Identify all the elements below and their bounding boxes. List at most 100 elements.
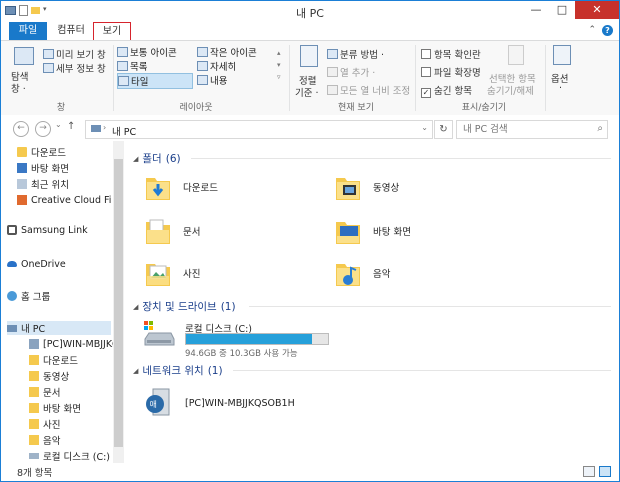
collapse-ribbon-icon[interactable]: ⌃: [588, 25, 596, 36]
nav-item-network-pc[interactable]: [PC]WIN-MBJJKQ: [29, 337, 120, 351]
group-by-icon: [327, 49, 338, 59]
tab-view[interactable]: 보기: [93, 22, 131, 40]
back-button[interactable]: ←: [13, 121, 29, 137]
download-folder-icon: [146, 178, 170, 200]
minimize-button[interactable]: —: [523, 1, 549, 19]
nav-item-music[interactable]: 음악: [29, 433, 60, 447]
onedrive-icon: [7, 261, 17, 267]
status-bar: 8개 항목: [1, 463, 619, 481]
nav-item-downloads[interactable]: 다운로드: [17, 145, 66, 159]
layout-list[interactable]: 목록: [117, 59, 147, 73]
address-bar: ← → ⌄ ↑ › 내 PC ⌄ ↻ ⌕: [1, 115, 619, 141]
sort-icon: [300, 45, 318, 67]
drive-tile[interactable]: 로컬 디스크 (C:) 94.6GB 중 10.3GB 사용 가능: [143, 319, 335, 359]
forward-button[interactable]: →: [35, 121, 51, 137]
section-divider: [191, 158, 611, 159]
nav-pane-icon: [14, 47, 34, 65]
fit-columns-icon: [327, 85, 338, 95]
nav-pane-button[interactable]: 탐색 창 ·: [11, 45, 37, 95]
nav-item-local-disk[interactable]: 로컬 디스크 (C:): [29, 449, 110, 463]
section-network-header[interactable]: ◢ 네트워크 위치 (1): [133, 363, 223, 378]
hide-selected-icon: [508, 45, 524, 65]
maximize-button[interactable]: □: [549, 1, 575, 19]
add-columns-button[interactable]: 열 추가 ·: [327, 65, 375, 79]
section-folders-header[interactable]: ◢ 폴더 (6): [133, 151, 181, 166]
layout-scroll-arrows[interactable]: ▴ ▾ ▿: [277, 47, 281, 83]
details-view-icon[interactable]: [583, 466, 595, 477]
nav-item-onedrive[interactable]: OneDrive: [7, 257, 66, 271]
nav-item-recent-places[interactable]: 최근 위치: [17, 177, 69, 191]
documents-folder-icon: [29, 387, 39, 397]
file-extensions-toggle[interactable]: 파일 확장명: [421, 65, 481, 79]
sort-by-button[interactable]: 정렬 기준 ·: [295, 45, 323, 99]
search-input[interactable]: [461, 123, 585, 136]
ribbon-divider: [289, 45, 290, 111]
checkbox-unchecked: [421, 49, 431, 59]
nav-item-desktop-sub[interactable]: 바탕 화면: [29, 401, 81, 415]
list-icon: [117, 61, 128, 71]
close-button[interactable]: ✕: [575, 1, 619, 19]
options-button[interactable]: 옵션 ·: [551, 45, 573, 95]
folder-tile[interactable]: 다운로드: [145, 169, 218, 205]
nav-item-pictures[interactable]: 사진: [29, 417, 60, 431]
fit-columns-button[interactable]: 모든 열 너비 조정: [327, 83, 410, 97]
section-divider: [249, 306, 611, 307]
creative-cloud-icon: [17, 195, 27, 205]
options-icon: [553, 45, 571, 65]
checkbox-checked: ✓: [421, 88, 431, 98]
nav-item-downloads-sub[interactable]: 다운로드: [29, 353, 78, 367]
hidden-items-toggle[interactable]: ✓ 숨긴 항목: [421, 83, 472, 98]
help-icon[interactable]: ?: [602, 25, 613, 36]
collapse-arrow-icon[interactable]: ◢: [133, 155, 138, 163]
preview-pane-button[interactable]: 미리 보기 창: [43, 47, 106, 61]
network-location-tile[interactable]: 애 [PC]WIN-MBJJKQSOB1H: [145, 385, 295, 421]
details-pane-icon: [43, 63, 54, 73]
layout-content[interactable]: 내용: [197, 73, 227, 87]
up-button[interactable]: ↑: [67, 121, 75, 132]
videos-folder-icon: [336, 178, 360, 200]
details-pane-button[interactable]: 세부 정보 창: [43, 61, 106, 75]
recent-locations-dropdown[interactable]: ⌄: [55, 120, 62, 129]
folder-tile[interactable]: 사진: [145, 255, 200, 291]
collapse-arrow-icon[interactable]: ◢: [133, 367, 138, 375]
nav-item-this-pc[interactable]: 내 PC: [7, 321, 111, 335]
folder-tile[interactable]: 동영상: [335, 169, 399, 205]
svg-text:애: 애: [150, 400, 157, 409]
nav-item-desktop[interactable]: 바탕 화면: [17, 161, 69, 175]
nav-item-samsung-link[interactable]: Samsung Link: [7, 223, 88, 237]
ribbon-divider: [113, 45, 114, 111]
nav-item-videos[interactable]: 동영상: [29, 369, 69, 383]
folder-tile[interactable]: 음악: [335, 255, 390, 291]
layout-details[interactable]: 자세히: [197, 59, 236, 73]
large-icons-icon: [117, 47, 128, 57]
ribbon-divider: [545, 45, 546, 111]
refresh-button[interactable]: ↻: [434, 120, 453, 139]
layout-large-icons[interactable]: 보통 아이콘: [117, 45, 177, 59]
address-dropdown-icon[interactable]: ⌄: [421, 123, 428, 132]
group-by-button[interactable]: 분류 방법 ·: [327, 47, 384, 61]
group-label-layout: 레이아웃: [179, 103, 213, 113]
hide-selected-button[interactable]: 선택한 항목 숨기기/해제: [487, 45, 545, 97]
tab-computer[interactable]: 컴퓨터: [51, 22, 91, 40]
nav-scrollbar-thumb[interactable]: [114, 159, 123, 447]
layout-tiles[interactable]: 타일: [117, 73, 193, 89]
folder-tile[interactable]: 문서: [145, 213, 200, 249]
item-count: 8개 항목: [17, 468, 53, 479]
group-label-pane: 창: [56, 103, 66, 113]
tab-file[interactable]: 파일: [9, 22, 47, 40]
collapse-arrow-icon[interactable]: ◢: [133, 303, 138, 311]
item-checkboxes-toggle[interactable]: 항목 확인란: [421, 47, 481, 61]
layout-small-icons[interactable]: 작은 아이콘: [197, 45, 257, 59]
large-icons-view-icon[interactable]: [599, 466, 611, 477]
nav-scrollbar[interactable]: [113, 141, 124, 463]
recent-places-icon: [17, 179, 27, 189]
add-columns-icon: [327, 67, 338, 77]
nav-item-homegroup[interactable]: 홈 그룹: [7, 289, 50, 303]
nav-item-documents[interactable]: 문서: [29, 385, 60, 399]
chevron-right-icon[interactable]: ›: [103, 123, 106, 132]
search-icon[interactable]: ⌕: [597, 123, 603, 134]
section-drives-header[interactable]: ◢ 장치 및 드라이브 (1): [133, 299, 236, 314]
nav-item-creative-cloud[interactable]: Creative Cloud Fi: [17, 193, 111, 207]
address-box[interactable]: › 내 PC ⌄: [85, 120, 433, 139]
folder-tile[interactable]: 바탕 화면: [335, 213, 411, 249]
